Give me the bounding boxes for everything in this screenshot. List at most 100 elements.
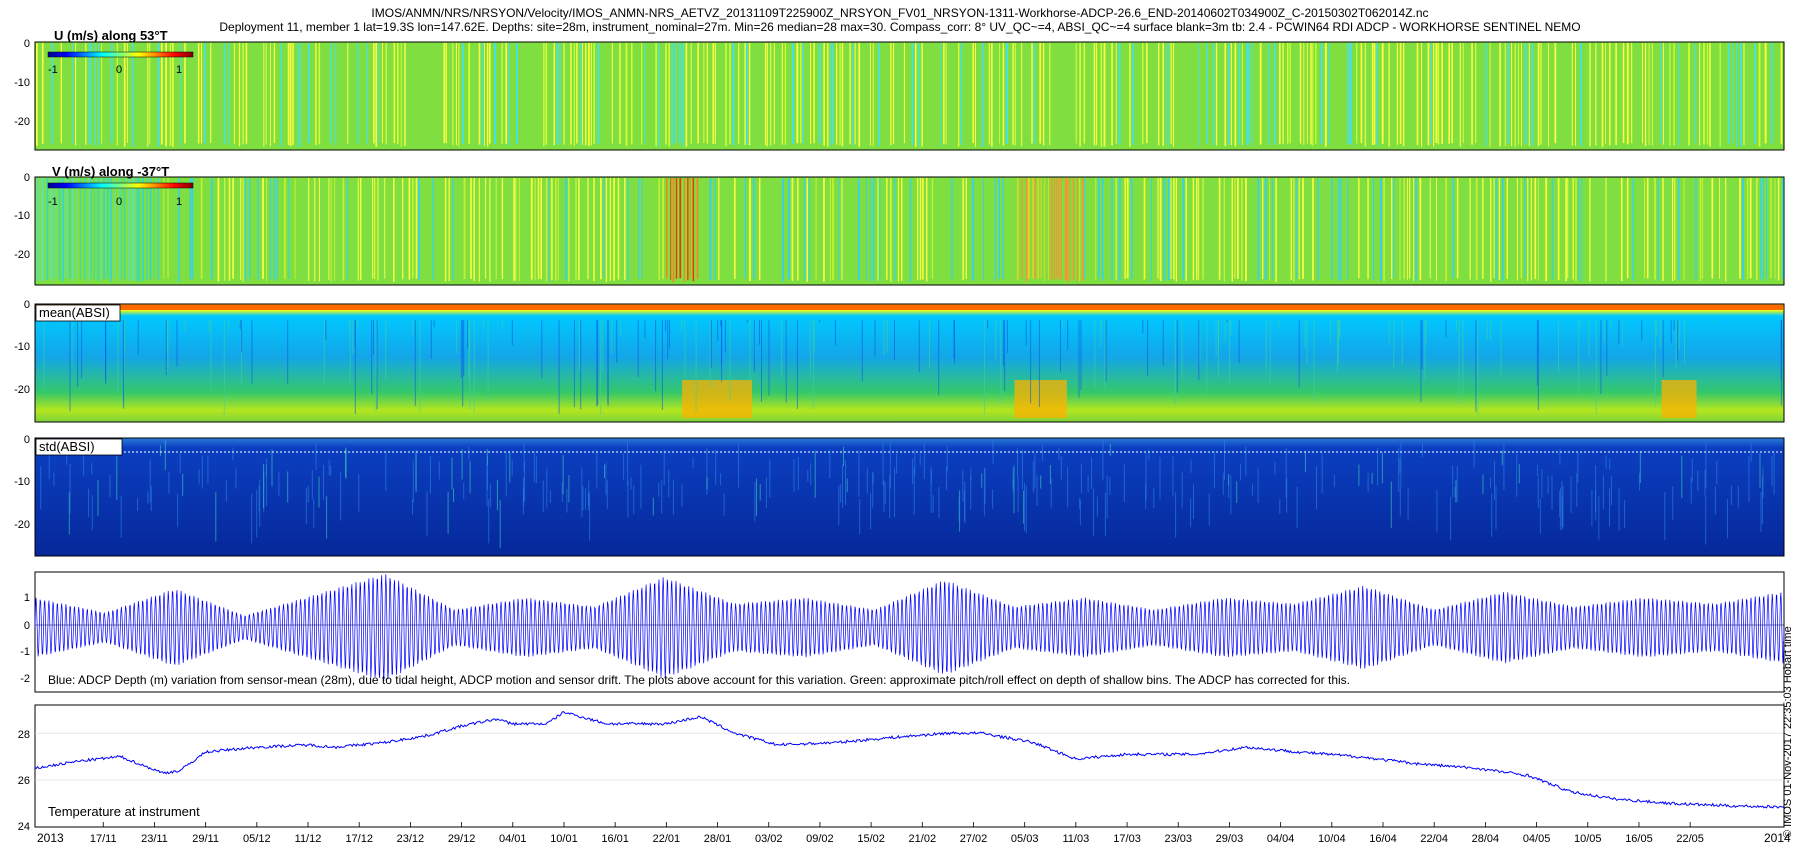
u-column-329 — [1103, 43, 1106, 147]
u-column-309 — [1033, 43, 1035, 144]
absi-column-218 — [669, 320, 670, 349]
std-streak-137 — [1664, 491, 1666, 541]
x-tick-label-5: 11/12 — [295, 833, 322, 845]
absi-ytick-0: 0 — [24, 299, 30, 311]
std-streak-40 — [385, 462, 387, 492]
std-streak-32 — [1482, 474, 1484, 494]
u-column-254 — [858, 43, 861, 147]
v-column-64 — [244, 178, 247, 282]
v-column-478 — [1567, 178, 1569, 279]
std-streak-278 — [1576, 473, 1578, 508]
v-column-209 — [718, 178, 720, 281]
u-column-517 — [1732, 43, 1734, 144]
u-column-363 — [1215, 43, 1218, 146]
absi-column-13 — [1678, 320, 1680, 351]
std-streak-207 — [468, 446, 470, 460]
absi-column-119 — [71, 320, 73, 367]
v-column-360 — [1192, 178, 1195, 281]
std-streak-241 — [1399, 458, 1401, 474]
u-column-338 — [1132, 43, 1134, 146]
v-column-37 — [157, 178, 159, 281]
absi-column-49 — [781, 320, 783, 377]
std-streak-213 — [488, 499, 490, 544]
v-column-363 — [1202, 178, 1204, 280]
std-streak-4 — [330, 465, 332, 476]
v-column-357 — [1182, 178, 1185, 280]
u-column-396 — [1324, 43, 1327, 147]
v-column-265 — [901, 178, 903, 281]
v-column-122 — [432, 178, 434, 281]
u-column-50 — [200, 43, 203, 144]
std-streak-90 — [810, 463, 812, 485]
std-streak-210 — [1222, 472, 1224, 496]
v-column-160 — [551, 178, 553, 280]
v-column-35 — [149, 178, 152, 280]
u-column-321 — [1075, 43, 1077, 144]
v-column-438 — [1436, 178, 1437, 281]
u-column-419 — [1399, 43, 1402, 144]
v-column-29 — [131, 178, 134, 281]
u-column-384 — [1287, 43, 1289, 144]
v-column-159 — [548, 178, 550, 282]
std-streak-88 — [1093, 488, 1094, 536]
v-column-32 — [139, 178, 141, 281]
u-column-240 — [813, 43, 815, 144]
v-column-233 — [797, 178, 799, 281]
v-column-198 — [679, 178, 682, 279]
v-column-58 — [228, 178, 231, 281]
v-column-161 — [555, 178, 557, 281]
v-column-139 — [489, 178, 491, 282]
std-streak-111 — [663, 449, 665, 486]
v-column-268 — [909, 178, 912, 282]
absi-column-195 — [105, 320, 106, 380]
std-streak-231 — [426, 491, 428, 537]
v-column-36 — [153, 178, 155, 279]
absi-column-149 — [667, 320, 669, 360]
v-column-43 — [178, 178, 180, 282]
u-column-30 — [131, 43, 134, 147]
std-streak-284 — [251, 493, 253, 544]
u-column-229 — [773, 43, 775, 145]
v-column-506 — [1657, 178, 1659, 281]
absi-column-71 — [1675, 320, 1677, 370]
std-streak-22 — [1602, 475, 1604, 510]
absi-column-26 — [1606, 320, 1608, 376]
v-column-116 — [412, 178, 414, 279]
std-streak-26 — [1175, 491, 1177, 538]
u-column-271 — [915, 43, 917, 147]
v-column-448 — [1469, 178, 1471, 280]
v-column-527 — [1725, 178, 1727, 282]
v-column-322 — [1079, 178, 1081, 282]
absi-column-199 — [611, 320, 613, 354]
v-column-12 — [72, 178, 74, 282]
std-streak-302 — [1503, 444, 1505, 490]
v-column-394 — [1302, 178, 1304, 280]
v-column-57 — [224, 178, 226, 281]
x-tick-label-10: 10/01 — [550, 833, 578, 845]
u-column-200 — [685, 43, 688, 147]
std-streak-94 — [1102, 440, 1104, 481]
u-column-220 — [746, 43, 748, 146]
u-column-493 — [1644, 43, 1647, 147]
v-column-441 — [1445, 178, 1447, 282]
absi-column-85 — [1278, 320, 1280, 330]
u-column-198 — [679, 43, 681, 144]
x-tick-label-19: 05/03 — [1011, 833, 1039, 845]
absi-column-61 — [1558, 320, 1559, 372]
std-streak-17 — [1454, 486, 1456, 498]
std-streak-206 — [1577, 452, 1579, 483]
std-streak-258 — [872, 471, 874, 508]
v-column-358 — [1185, 178, 1187, 281]
v-column-258 — [877, 178, 879, 281]
v-column-196 — [672, 178, 675, 282]
v-column-486 — [1589, 178, 1591, 282]
std-streak-285 — [838, 485, 840, 525]
v-column-430 — [1413, 178, 1415, 281]
u-column-500 — [1669, 43, 1671, 146]
v-column-25 — [118, 178, 120, 282]
v-column-368 — [1218, 178, 1221, 280]
absi-column-146 — [239, 320, 241, 330]
u-column-93 — [347, 43, 349, 144]
u-column-204 — [697, 43, 699, 144]
u-column-482 — [1605, 43, 1606, 144]
